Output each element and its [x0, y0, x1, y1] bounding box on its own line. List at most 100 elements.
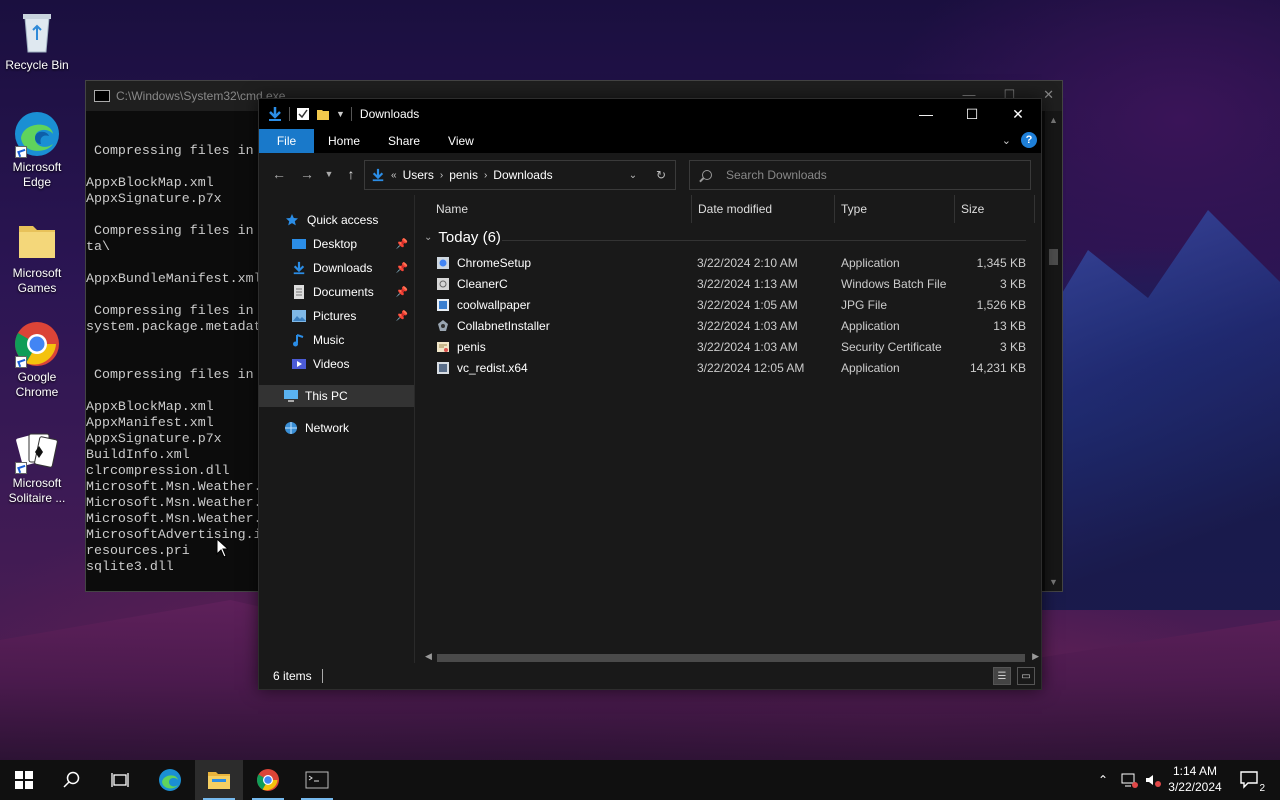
help-button[interactable]: ? — [1021, 132, 1037, 148]
desktop-icon-chrome[interactable]: Google Chrome — [0, 320, 74, 400]
breadcrumb-user[interactable]: penis — [449, 168, 478, 182]
file-explorer-window[interactable]: ▼ Downloads — ☐ ✕ File Home Share View ⌄… — [258, 98, 1042, 690]
maximize-button[interactable]: ☐ — [949, 99, 995, 129]
start-button[interactable] — [0, 760, 48, 800]
task-view-button[interactable] — [96, 760, 144, 800]
group-header[interactable]: ⌄ Today (6) — [424, 229, 501, 246]
network-status-icon[interactable] — [1120, 772, 1138, 788]
file-name: coolwallpaper — [457, 298, 531, 312]
details-view-icon[interactable]: ☰ — [993, 667, 1011, 685]
desktop-icon-recycle-bin[interactable]: Recycle Bin — [0, 8, 74, 73]
desktop-icon-edge[interactable]: Microsoft Edge — [0, 110, 74, 190]
minimize-button[interactable]: — — [903, 99, 949, 129]
breadcrumb-users[interactable]: Users — [403, 168, 434, 182]
search-box[interactable]: Search Downloads — [689, 160, 1031, 190]
explorer-titlebar[interactable]: ▼ Downloads — ☐ ✕ — [259, 99, 1041, 129]
new-folder-icon[interactable] — [316, 107, 330, 121]
pin-icon[interactable]: 📌 — [396, 287, 408, 298]
customize-qat-icon[interactable]: ▼ — [336, 109, 345, 119]
installer-app-icon — [436, 319, 450, 333]
taskbar-cmd[interactable] — [293, 760, 341, 800]
file-row[interactable]: CollabnetInstaller 3/22/2024 1:03 AM App… — [416, 316, 1026, 337]
scroll-left-arrow-icon[interactable]: ◀ — [425, 651, 432, 662]
forward-arrow-icon[interactable]: → — [293, 166, 321, 182]
cmd-line: Microsoft.Msn.Weather. — [86, 511, 262, 526]
column-type[interactable]: Type — [835, 195, 955, 223]
terminal-icon — [305, 771, 329, 789]
nav-item-videos[interactable]: Videos — [259, 353, 414, 375]
nav-item-documents[interactable]: Documents 📌 — [259, 281, 414, 303]
desktop-icon-label: Microsoft Games — [12, 266, 62, 295]
nav-item-music[interactable]: Music — [259, 329, 414, 351]
file-row[interactable]: vc_redist.x64 3/22/2024 12:05 AM Applica… — [416, 358, 1026, 379]
file-type: JPG File — [841, 298, 888, 312]
desktop-icon-games-folder[interactable]: Microsoft Games — [0, 216, 74, 296]
nav-item-downloads[interactable]: Downloads 📌 — [259, 257, 414, 279]
column-name[interactable]: Name — [430, 195, 692, 223]
up-arrow-icon[interactable]: ↑ — [337, 166, 365, 182]
cmd-line: clrcompression.dll — [86, 463, 230, 478]
scroll-thumb[interactable] — [437, 654, 1025, 662]
address-bar[interactable]: « Users › penis › Downloads ⌄ ↻ — [364, 160, 676, 190]
explorer-title: Downloads — [359, 107, 420, 121]
nav-this-pc[interactable]: This PC — [259, 385, 414, 407]
expand-ribbon-chevron-icon[interactable]: ⌄ — [1002, 134, 1011, 147]
action-center-button[interactable]: 2 — [1230, 760, 1270, 800]
properties-icon[interactable] — [296, 107, 310, 121]
search-icon — [702, 170, 712, 180]
file-row[interactable]: CleanerC 3/22/2024 1:13 AM Windows Batch… — [416, 274, 1026, 295]
cmd-line: AppxBlockMap.xml — [86, 175, 214, 190]
taskbar: ⌃ 1:14 AM 3/22/2024 2 — [0, 760, 1280, 800]
tab-share[interactable]: Share — [374, 129, 434, 153]
desktop-icon-label: Recycle Bin — [5, 58, 69, 72]
cmd-scrollbar[interactable]: ▲ ▼ — [1045, 111, 1062, 591]
close-button[interactable]: ✕ — [995, 99, 1041, 129]
search-button[interactable] — [48, 760, 96, 800]
notifications-icon — [1240, 771, 1258, 789]
close-button[interactable]: ✕ — [1043, 87, 1054, 103]
nav-item-desktop[interactable]: Desktop 📌 — [259, 233, 414, 255]
nav-quick-access[interactable]: Quick access — [259, 209, 414, 231]
pin-icon[interactable]: 📌 — [396, 263, 408, 274]
file-row[interactable]: penis 3/22/2024 1:03 AM Security Certifi… — [416, 337, 1026, 358]
pin-icon[interactable]: 📌 — [396, 311, 408, 322]
show-hidden-icons-chevron-icon[interactable]: ⌃ — [1094, 773, 1112, 787]
scroll-right-arrow-icon[interactable]: ▶ — [1032, 651, 1039, 662]
file-row[interactable]: ChromeSetup 3/22/2024 2:10 AM Applicatio… — [416, 253, 1026, 274]
pin-icon[interactable]: 📌 — [396, 239, 408, 250]
address-history-chevron-icon[interactable]: ⌄ — [619, 170, 647, 181]
nav-item-pictures[interactable]: Pictures 📌 — [259, 305, 414, 327]
cmd-line: BuildInfo.xml — [86, 447, 190, 462]
nav-network[interactable]: Network — [259, 417, 414, 439]
refresh-icon[interactable]: ↻ — [647, 168, 675, 182]
certificate-icon — [436, 340, 450, 354]
back-arrow-icon[interactable]: ← — [265, 166, 293, 182]
scroll-thumb[interactable] — [1049, 249, 1058, 265]
tab-home[interactable]: Home — [314, 129, 374, 153]
desktop-icon-solitaire[interactable]: Microsoft Solitaire ... — [0, 426, 74, 506]
tab-file[interactable]: File — [259, 129, 314, 153]
clock-time: 1:14 AM — [1172, 764, 1218, 778]
collapse-chevron-icon[interactable]: ⌄ — [424, 232, 432, 243]
taskbar-chrome[interactable] — [244, 760, 292, 800]
taskbar-clock[interactable]: 1:14 AM 3/22/2024 — [1160, 763, 1230, 795]
column-size[interactable]: Size — [955, 195, 1035, 223]
nav-label: Videos — [313, 357, 350, 371]
breadcrumb-downloads[interactable]: Downloads — [493, 168, 552, 182]
column-date-modified[interactable]: Date modified — [692, 195, 835, 223]
tab-view[interactable]: View — [434, 129, 488, 153]
cmd-line: AppxManifest.xml — [86, 415, 214, 430]
scroll-up-arrow-icon[interactable]: ▲ — [1049, 115, 1058, 125]
file-size: 1,345 KB — [976, 256, 1026, 270]
taskbar-edge[interactable] — [146, 760, 194, 800]
taskbar-file-explorer[interactable] — [195, 760, 243, 800]
recycle-bin-icon — [13, 8, 61, 56]
breadcrumb-chevron-icon[interactable]: › — [440, 170, 443, 181]
recent-locations-chevron-icon[interactable]: ▼ — [321, 169, 337, 179]
large-icons-view-icon[interactable]: ▭ — [1017, 667, 1035, 685]
scroll-down-arrow-icon[interactable]: ▼ — [1049, 577, 1058, 587]
breadcrumb-chevron-icon[interactable]: › — [484, 170, 487, 181]
address-overflow[interactable]: « — [391, 170, 397, 181]
cmd-line: AppxBundleManifest.xml — [86, 271, 262, 286]
file-row[interactable]: coolwallpaper 3/22/2024 1:05 AM JPG File… — [416, 295, 1026, 316]
